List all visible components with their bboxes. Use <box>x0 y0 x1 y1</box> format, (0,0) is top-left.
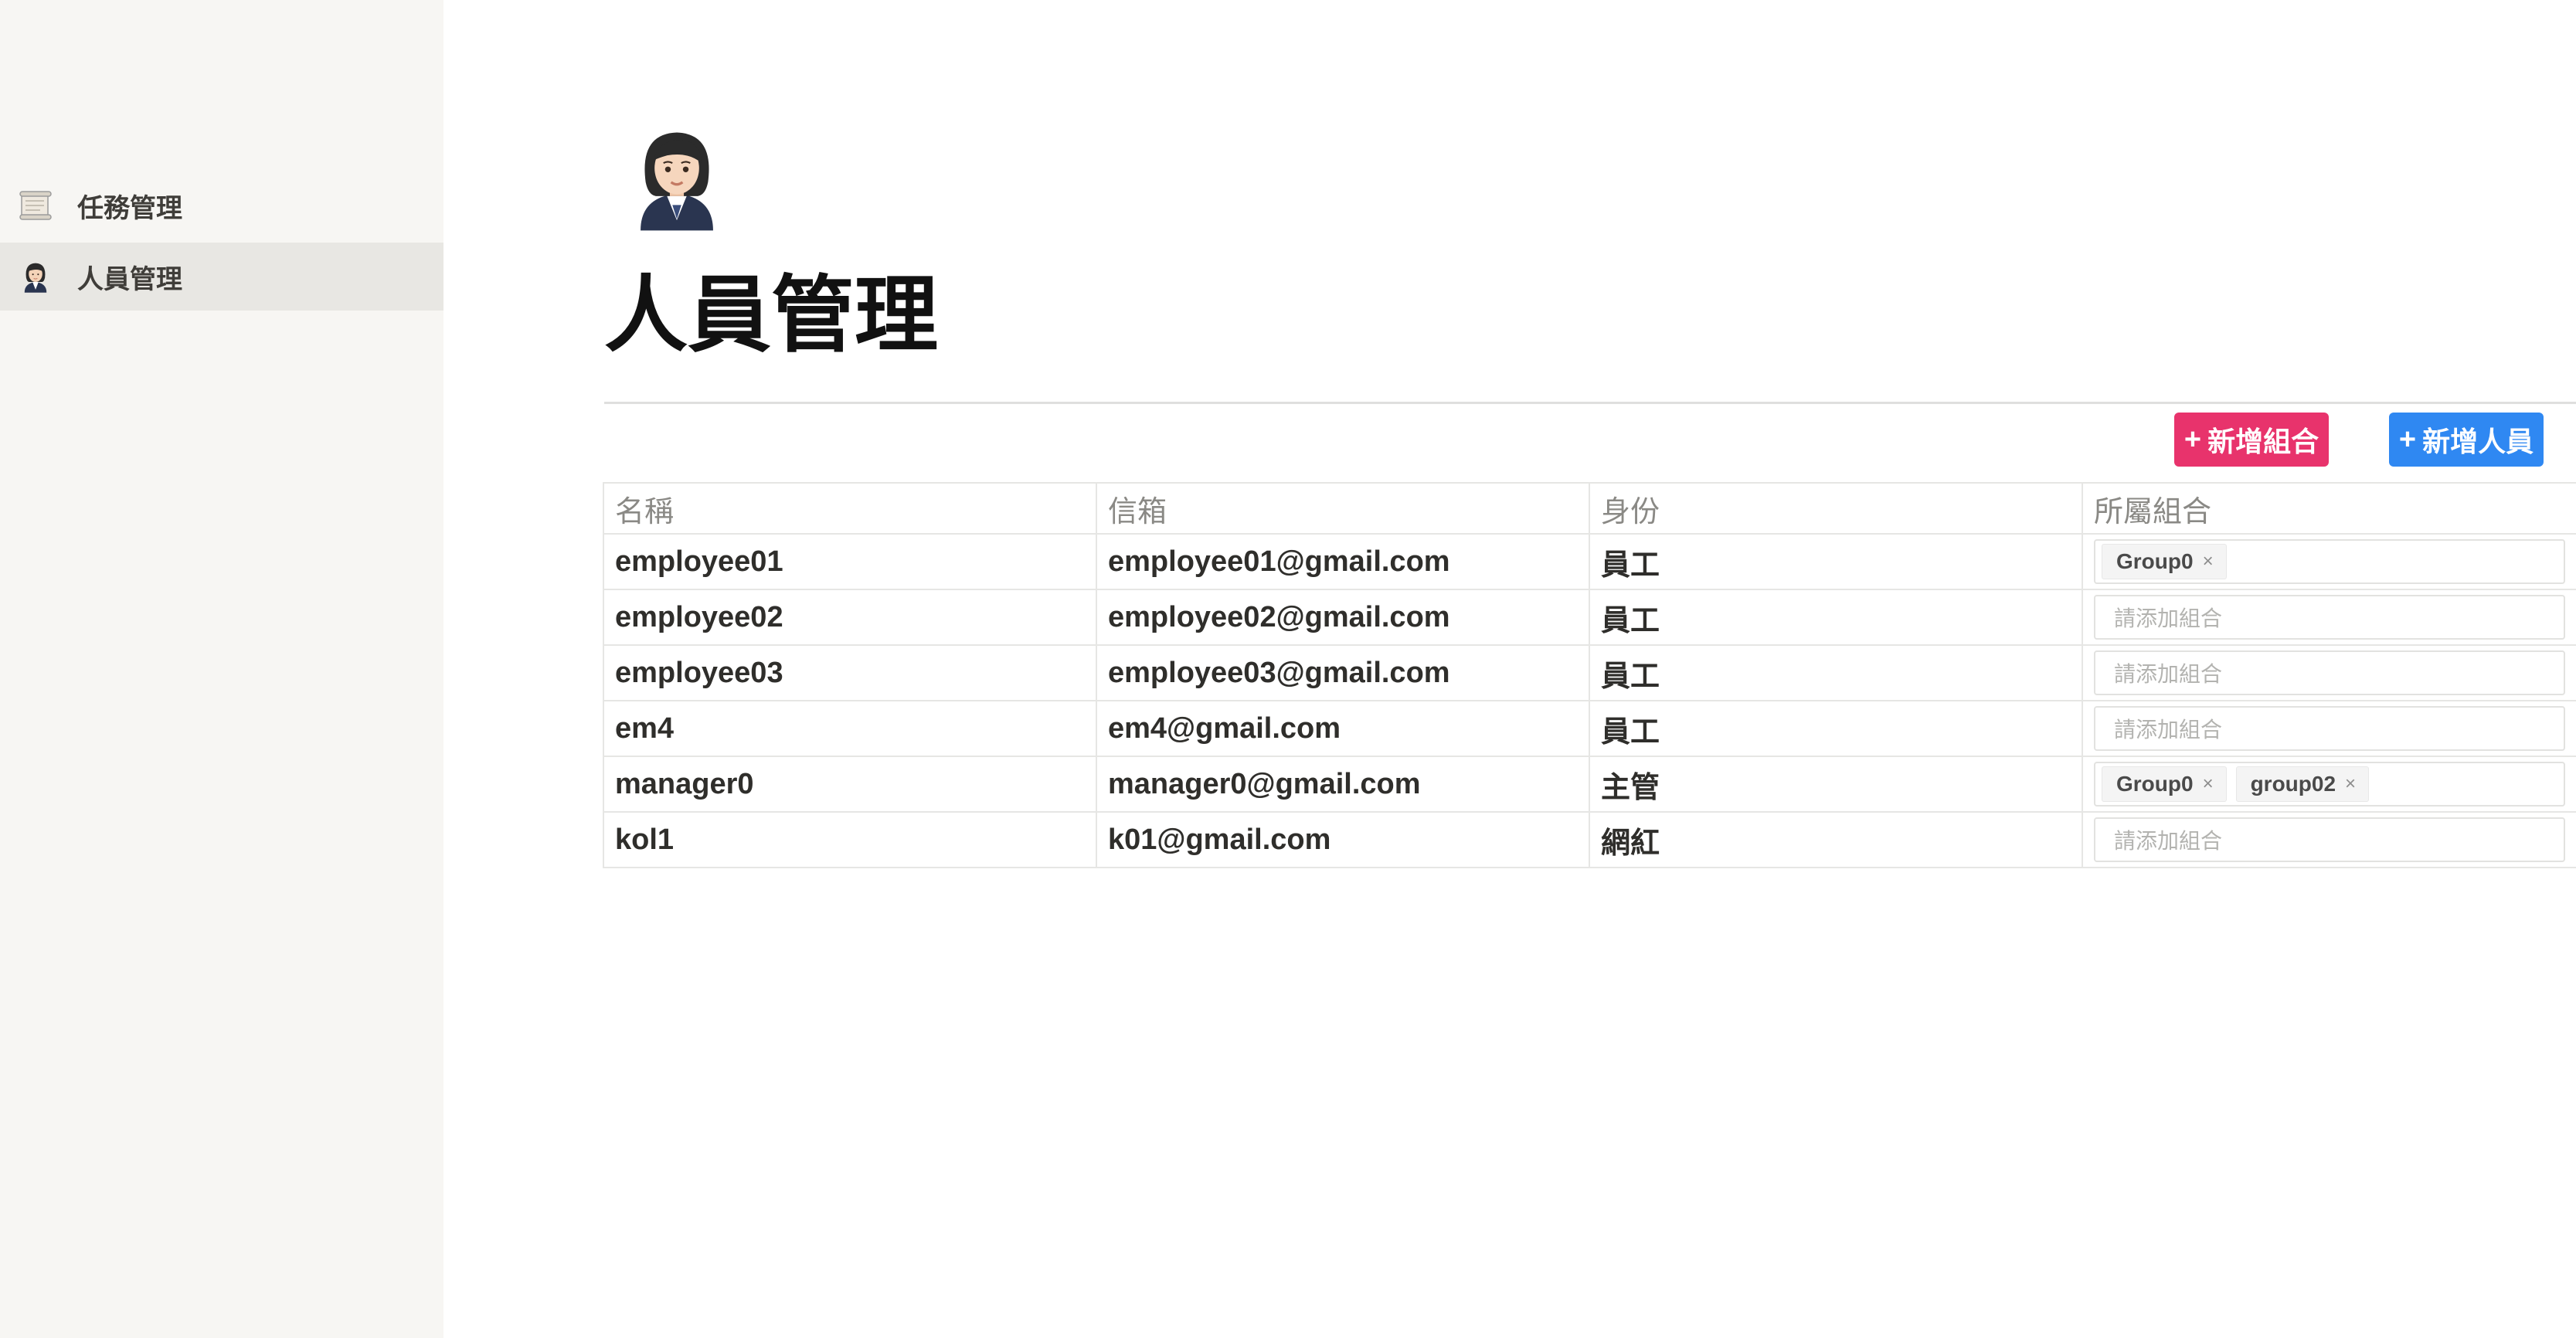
title-divider <box>604 402 2576 404</box>
cell-name: employee03 <box>603 644 1097 701</box>
table-row[interactable]: kol1 k01@gmail.com 網紅 請添加組合 <box>603 811 2576 868</box>
cell-name: kol1 <box>603 811 1097 868</box>
column-header-role: 身份 <box>1589 482 2083 535</box>
cell-email: k01@gmail.com <box>1096 811 1590 868</box>
group-placeholder: 請添加組合 <box>2114 829 2223 853</box>
woman-office-worker-icon <box>623 116 754 247</box>
cell-email: employee03@gmail.com <box>1096 644 1590 701</box>
add-group-button[interactable]: + 新增組合 <box>2174 413 2329 467</box>
group-placeholder: 請添加組合 <box>2114 662 2223 686</box>
group-tag-label: group02 <box>2250 772 2336 796</box>
cell-role: 網紅 <box>1589 811 2083 868</box>
column-header-groups: 所屬組合 <box>2082 482 2576 535</box>
cell-email: employee01@gmail.com <box>1096 533 1590 590</box>
cell-groups: 請添加組合 <box>2082 589 2576 646</box>
app-window: 任務管理 人員管理 人員管理 + 新增組合 + 新增人員 名稱 信箱 身份 所屬… <box>0 0 2576 1338</box>
group-select[interactable]: 請添加組合 <box>2094 650 2565 695</box>
group-select[interactable]: 請添加組合 <box>2094 817 2565 862</box>
group-select[interactable]: 請添加組合 <box>2094 595 2565 640</box>
add-group-label: 新增組合 <box>2207 426 2319 457</box>
group-placeholder: 請添加組合 <box>2114 606 2223 630</box>
group-placeholder: 請添加組合 <box>2114 718 2223 742</box>
sidebar: 任務管理 人員管理 <box>0 0 443 1338</box>
column-header-name: 名稱 <box>603 482 1097 535</box>
cell-role: 員工 <box>1589 700 2083 757</box>
table-body: employee01 employee01@gmail.com 員工 Group0 × e… <box>603 533 2576 868</box>
plus-icon: + <box>2183 423 2202 456</box>
group-tag: Group0 × <box>2102 766 2227 802</box>
cell-email: manager0@gmail.com <box>1096 756 1590 813</box>
cell-name: manager0 <box>603 756 1097 813</box>
group-tag: Group0 × <box>2102 544 2227 579</box>
cell-name: employee02 <box>603 589 1097 646</box>
cell-name: em4 <box>603 700 1097 757</box>
remove-tag-icon[interactable]: × <box>2345 773 2356 795</box>
cell-role: 員工 <box>1589 589 2083 646</box>
table-row[interactable]: employee01 employee01@gmail.com 員工 Group0 × <box>603 533 2576 590</box>
cell-groups: Group0 × <box>2082 533 2576 590</box>
cell-groups: 請添加組合 <box>2082 644 2576 701</box>
group-select[interactable]: 請添加組合 <box>2094 706 2565 751</box>
cell-groups: 請添加組合 <box>2082 811 2576 868</box>
cell-groups: 請添加組合 <box>2082 700 2576 757</box>
table-row[interactable]: employee02 employee02@gmail.com 員工 請添加組合 <box>603 589 2576 646</box>
sidebar-item-label: 任務管理 <box>77 193 182 223</box>
page-title: 人員管理 <box>604 268 939 362</box>
remove-tag-icon[interactable]: × <box>2203 551 2214 572</box>
group-select[interactable]: Group0 × group02 × <box>2094 762 2565 807</box>
remove-tag-icon[interactable]: × <box>2203 773 2214 795</box>
plus-icon: + <box>2398 423 2417 456</box>
woman-office-worker-icon <box>17 258 54 295</box>
sidebar-item-people-management[interactable]: 人員管理 <box>0 243 443 311</box>
sidebar-item-task-management[interactable]: 任務管理 <box>0 171 443 239</box>
table-row[interactable]: em4 em4@gmail.com 員工 請添加組合 <box>603 700 2576 757</box>
people-table: 名稱 信箱 身份 所屬組合 employee01 employee01@gmail… <box>603 482 2576 868</box>
add-person-button[interactable]: + 新增人員 <box>2389 413 2544 467</box>
cell-role: 員工 <box>1589 644 2083 701</box>
sidebar-item-label: 人員管理 <box>77 264 182 294</box>
table-row[interactable]: employee03 employee03@gmail.com 員工 請添加組合 <box>603 644 2576 701</box>
cell-groups: Group0 × group02 × <box>2082 756 2576 813</box>
cell-name: employee01 <box>603 533 1097 590</box>
group-tag-label: Group0 <box>2116 549 2194 573</box>
group-select[interactable]: Group0 × <box>2094 539 2565 584</box>
table-row[interactable]: manager0 manager0@gmail.com 主管 Group0 × group… <box>603 756 2576 813</box>
cell-role: 主管 <box>1589 756 2083 813</box>
main-content: 人員管理 + 新增組合 + 新增人員 名稱 信箱 身份 所屬組合 employe… <box>443 0 2576 1338</box>
cell-email: employee02@gmail.com <box>1096 589 1590 646</box>
column-header-email: 信箱 <box>1096 482 1590 535</box>
cell-role: 員工 <box>1589 533 2083 590</box>
scroll-icon <box>17 187 54 224</box>
group-tag-label: Group0 <box>2116 772 2194 796</box>
group-tag: group02 × <box>2235 766 2370 802</box>
cell-email: em4@gmail.com <box>1096 700 1590 757</box>
add-person-label: 新增人員 <box>2422 426 2534 457</box>
table-header-row: 名稱 信箱 身份 所屬組合 <box>603 482 2576 535</box>
